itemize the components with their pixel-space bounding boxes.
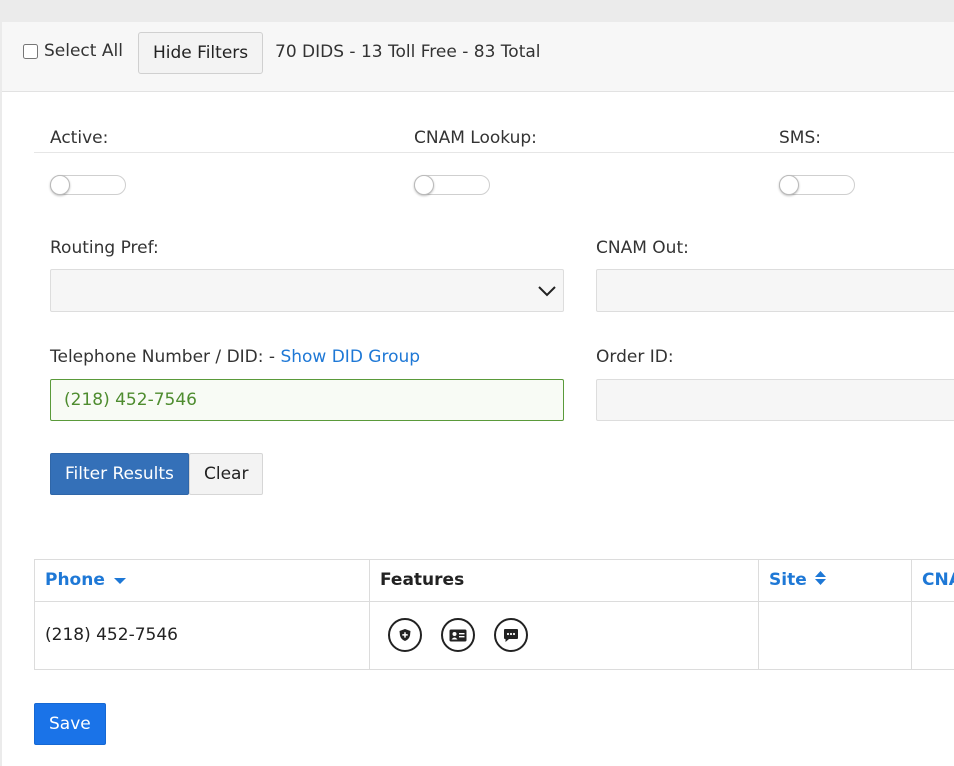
cnam-lookup-toggle[interactable] (414, 175, 490, 195)
chevron-down-icon (538, 286, 556, 297)
results-table: Phone Features Site CNAM (218) 452-7546 (34, 559, 954, 670)
cnam-out-field[interactable] (596, 269, 954, 312)
site-header[interactable]: Site (759, 560, 912, 602)
active-label: Active: (50, 128, 109, 148)
phone-header[interactable]: Phone (35, 560, 370, 602)
routing-pref-label: Routing Pref: (50, 238, 159, 258)
filter-results-button[interactable]: Filter Results (50, 453, 189, 495)
clear-button[interactable]: Clear (189, 453, 264, 495)
chat-icon[interactable] (494, 618, 528, 652)
order-id-field[interactable] (596, 379, 954, 421)
id-card-icon[interactable] (441, 618, 475, 652)
sms-label: SMS: (779, 128, 821, 148)
routing-pref-select[interactable] (50, 269, 564, 312)
show-did-group-link[interactable]: Show DID Group (280, 347, 420, 367)
telephone-input[interactable]: (218) 452-7546 (50, 379, 564, 421)
telephone-label: Telephone Number / DID: - Show DID Group (50, 347, 420, 367)
active-toggle[interactable] (50, 175, 126, 195)
did-counts: 70 DIDS - 13 Toll Free - 83 Total (275, 42, 541, 62)
phone-cell: (218) 452-7546 (35, 602, 370, 670)
phone-header-label: Phone (45, 570, 105, 590)
cnam-header-label: CNAM (922, 570, 954, 590)
telephone-label-text: Telephone Number / DID: - (50, 347, 281, 367)
toggle-knob (50, 175, 70, 195)
site-cell (759, 602, 912, 670)
features-cell (370, 602, 759, 670)
shield-icon[interactable] (388, 618, 422, 652)
select-all[interactable]: Select All (23, 41, 123, 61)
select-all-label: Select All (44, 41, 123, 61)
save-button[interactable]: Save (34, 703, 106, 745)
order-id-label: Order ID: (596, 347, 674, 367)
toggle-knob (779, 175, 799, 195)
divider (34, 152, 954, 153)
hide-filters-button[interactable]: Hide Filters (138, 32, 264, 74)
toggle-knob (414, 175, 434, 195)
site-header-label: Site (769, 570, 807, 590)
cnam-cell (912, 602, 954, 670)
features-header-label: Features (380, 570, 465, 590)
select-all-checkbox[interactable] (23, 43, 38, 59)
cnam-out-label: CNAM Out: (596, 238, 689, 258)
did-filter-panel: Select All Hide Filters 70 DIDS - 13 Tol… (2, 22, 954, 766)
cnam-header[interactable]: CNAM (912, 560, 954, 602)
cnam-lookup-label: CNAM Lookup: (414, 128, 537, 148)
toolbar: Select All Hide Filters 70 DIDS - 13 Tol… (2, 22, 954, 92)
sort-desc-icon (113, 578, 126, 584)
features-header: Features (370, 560, 759, 602)
sms-toggle[interactable] (779, 175, 855, 195)
sort-icon (814, 571, 826, 585)
